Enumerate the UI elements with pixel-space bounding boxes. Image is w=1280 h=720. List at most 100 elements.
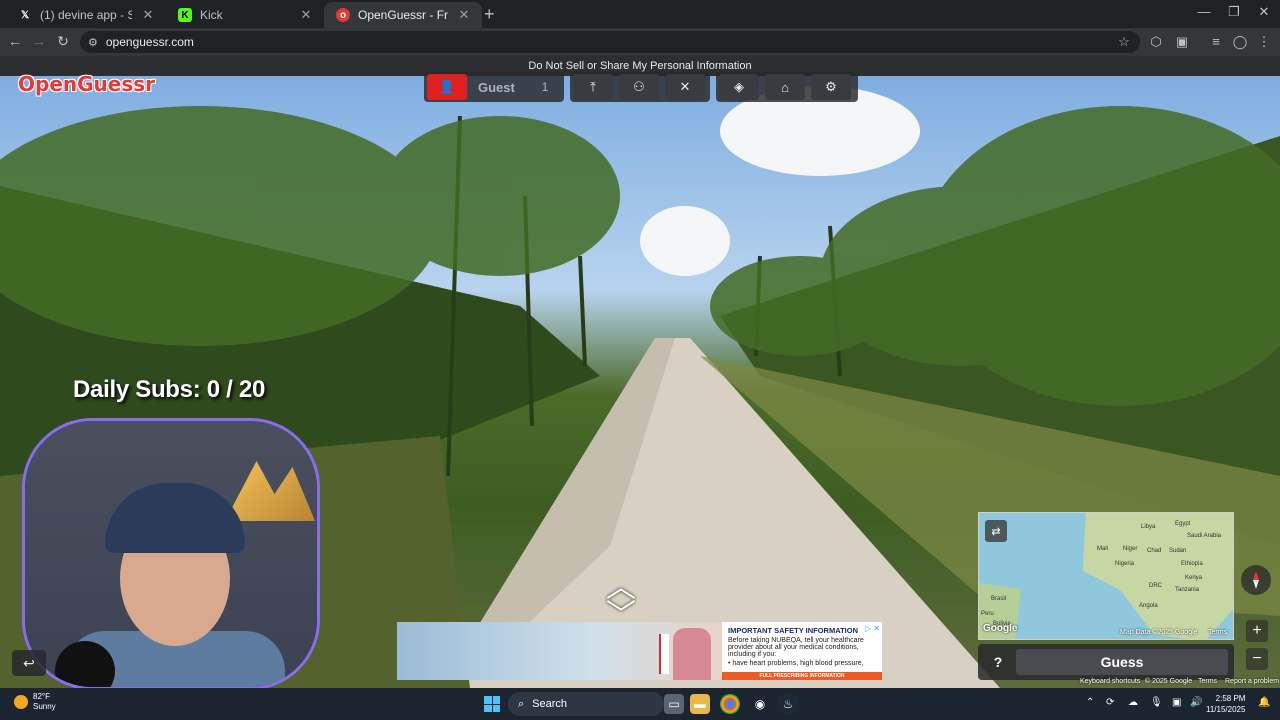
site-info-icon[interactable]: ⚙ xyxy=(88,36,98,49)
forward-icon[interactable]: → xyxy=(30,33,48,49)
advertisement[interactable]: IMPORTANT SAFETY INFORMATION Before taki… xyxy=(397,622,882,680)
return-to-start-icon[interactable]: ↩ xyxy=(12,650,46,676)
close-icon[interactable]: ✕ xyxy=(140,7,156,23)
google-logo: Google xyxy=(983,623,1018,634)
taskbar-search[interactable]: ⌕ Search xyxy=(508,692,664,716)
notification-icon[interactable]: 🔔 xyxy=(1258,697,1270,708)
map-label: Angola xyxy=(1139,603,1158,609)
terms-link[interactable]: Terms xyxy=(1198,678,1217,685)
tab-kick[interactable]: K Kick ✕ xyxy=(166,2,324,28)
ad-bullet: have heart problems, high blood pressure… xyxy=(732,660,864,667)
openguessr-logo[interactable]: OpenGuessr xyxy=(18,72,155,96)
minimize-icon[interactable]: — xyxy=(1188,4,1220,19)
ad-body: Before taking NUBEQA, tell your healthca… xyxy=(728,637,864,658)
weather-desc: Sunny xyxy=(33,702,56,711)
map-label: Saudi Arabia xyxy=(1187,533,1222,539)
graduation-icon[interactable]: ⌂ xyxy=(765,74,805,100)
microphone-icon[interactable]: 🎙 xyxy=(1150,697,1163,708)
kick-icon: K xyxy=(178,8,192,22)
restore-icon[interactable]: ❐ xyxy=(1218,4,1250,20)
window-close-icon[interactable]: ✕ xyxy=(1248,4,1280,20)
windows-taskbar: 82°F Sunny ⌕ Search ▭ ▬ ◉ ♨ ⌃ ⟳ ☁ 🎙 ▣ 🔊 … xyxy=(0,688,1280,720)
options-bar: ◈ ⌂ ⚙ xyxy=(716,72,858,102)
tab-title: OpenGuessr - Free GeoGuessr A xyxy=(358,8,448,22)
guess-button[interactable]: Guess xyxy=(1016,649,1228,675)
weather-widget[interactable]: 82°F Sunny xyxy=(14,692,56,712)
tab-title: (1) devine app - Search / X xyxy=(40,8,132,22)
map-label: Ethiopia xyxy=(1181,561,1203,567)
search-label: Search xyxy=(532,698,568,710)
x-icon: 𝕏 xyxy=(20,9,30,21)
back-icon[interactable]: ← xyxy=(6,33,24,49)
zoom-in-icon[interactable]: + xyxy=(1246,620,1268,642)
compass-icon[interactable] xyxy=(1241,565,1271,595)
clock-time: 2:58 PM xyxy=(1215,694,1246,703)
file-explorer-icon[interactable]: ▬ xyxy=(690,694,710,714)
player-count: 1 xyxy=(541,80,549,94)
network-icon[interactable]: ▣ xyxy=(1172,697,1181,708)
webcam-overlay xyxy=(22,418,320,690)
player-name: Guest xyxy=(478,79,515,95)
daily-subs-overlay: Daily Subs: 0 / 20 xyxy=(73,376,266,403)
ad-footer-link[interactable]: FULL PRESCRIBING INFORMATION xyxy=(722,672,882,680)
close-icon[interactable]: ✕ xyxy=(456,7,472,23)
player-bar: 👤 Guest 1 xyxy=(424,72,564,102)
map-label: Tanzania xyxy=(1175,587,1200,593)
chrome-icon[interactable] xyxy=(720,694,740,714)
zoom-out-icon[interactable]: − xyxy=(1246,648,1268,670)
map-label: Chad xyxy=(1147,548,1162,554)
browser-toolbar: ← → ↻ ⚙ openguessr.com ☆ ⬡ ▣ ≡ ◯ ⋮ xyxy=(0,28,1280,56)
steam-icon[interactable]: ♨ xyxy=(778,694,798,714)
map-label: Niger xyxy=(1123,546,1138,552)
tray-expand-icon[interactable]: ⌃ xyxy=(1086,697,1094,708)
tab-openguessr[interactable]: o OpenGuessr - Free GeoGuessr A ✕ xyxy=(324,2,482,28)
extensions-puzzle-icon[interactable]: ▣ xyxy=(1174,34,1190,50)
tray-app-icon[interactable]: ⟳ xyxy=(1106,697,1114,708)
task-view-icon[interactable]: ▭ xyxy=(664,694,684,714)
tray-app-icon[interactable]: ☁ xyxy=(1128,697,1138,708)
url-text: openguessr.com xyxy=(105,35,194,49)
map-label: Peru xyxy=(981,611,994,617)
tab-title: Kick xyxy=(200,8,223,22)
report-problem-link[interactable]: Report a problem xyxy=(1225,678,1279,685)
taskbar-clock[interactable]: 2:58 PM 11/15/2025 xyxy=(1206,693,1245,715)
tools-icon[interactable]: ✕ xyxy=(665,74,705,100)
profile-icon[interactable]: ◯ xyxy=(1232,34,1248,50)
map-label: Mali xyxy=(1097,546,1109,552)
adchoices-icon[interactable]: ▷ ✕ xyxy=(865,624,880,633)
map-label: Sudan xyxy=(1169,548,1187,554)
map-terms-link[interactable]: Terms xyxy=(1208,629,1227,636)
obs-icon[interactable]: ◉ xyxy=(750,694,770,714)
windows-start-icon[interactable] xyxy=(484,696,500,712)
copyright-text: © 2025 Google xyxy=(1145,678,1193,685)
close-icon[interactable]: ✕ xyxy=(298,7,314,23)
weather-temp: 82°F xyxy=(33,692,50,701)
new-tab-icon[interactable]: + xyxy=(484,4,495,25)
reload-icon[interactable]: ↻ xyxy=(54,33,72,50)
menu-icon[interactable]: ⋮ xyxy=(1256,34,1272,50)
map-label: Libya xyxy=(1141,524,1156,530)
tab-x[interactable]: 𝕏 (1) devine app - Search / X ✕ xyxy=(6,2,166,28)
openguessr-icon: o xyxy=(336,8,350,22)
keyboard-shortcuts-link[interactable]: Keyboard shortcuts xyxy=(1080,678,1140,685)
browser-tabstrip: 𝕏 (1) devine app - Search / X ✕ K Kick ✕… xyxy=(0,0,1280,28)
sun-icon xyxy=(14,695,28,709)
map-label: Brasil xyxy=(991,596,1007,602)
multiplayer-icon[interactable]: ⚇ xyxy=(619,74,659,100)
volume-icon[interactable]: 🔊 xyxy=(1190,697,1202,708)
map-label: Kenya xyxy=(1185,575,1203,581)
bookmark-star-icon[interactable]: ☆ xyxy=(1116,34,1132,50)
map-label: Nigeria xyxy=(1115,561,1135,567)
map-settings-icon[interactable]: ⇄ xyxy=(985,520,1007,542)
guess-map[interactable]: Libya Egypt Saudi Arabia Mali Niger Chad… xyxy=(978,512,1234,640)
upload-icon[interactable]: ⤒ xyxy=(573,74,613,100)
media-control-icon[interactable]: ≡ xyxy=(1208,34,1224,49)
help-button[interactable]: ? xyxy=(986,650,1010,674)
layers-icon[interactable]: ◈ xyxy=(719,74,759,100)
guess-bar: ? Guess xyxy=(978,644,1234,680)
address-bar[interactable]: ⚙ openguessr.com xyxy=(80,31,1140,53)
extension-icon[interactable]: ⬡ xyxy=(1148,34,1164,50)
ad-image xyxy=(397,622,722,680)
settings-icon[interactable]: ⚙ xyxy=(811,74,851,100)
user-icon[interactable]: 👤 xyxy=(427,74,467,100)
